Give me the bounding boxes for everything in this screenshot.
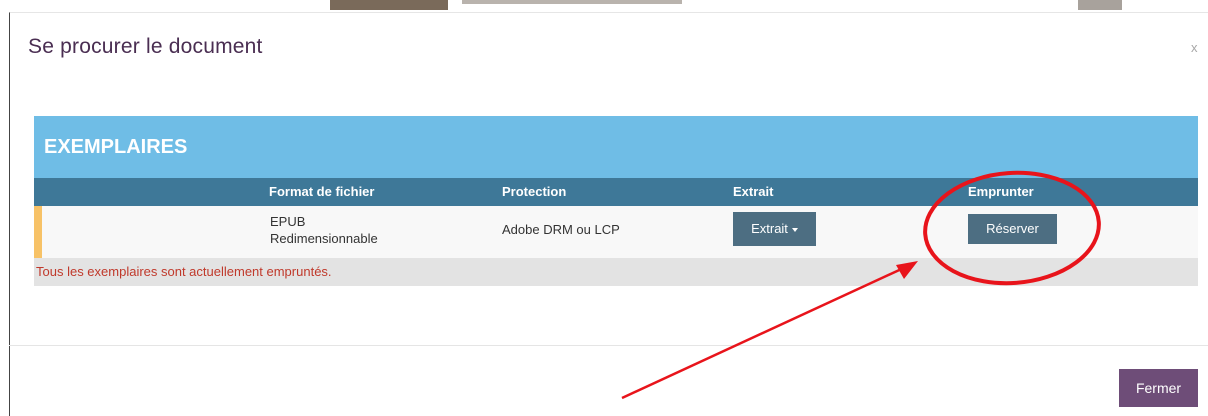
extrait-dropdown-button[interactable]: Extrait [733, 212, 816, 246]
table-row: EPUB Redimensionnable Adobe DRM ou LCP E… [34, 206, 1198, 258]
fermer-button[interactable]: Fermer [1119, 369, 1198, 407]
copies-table: EXEMPLAIRES Format de fichier Protection… [34, 116, 1198, 286]
protection-cell: Adobe DRM ou LCP [502, 222, 620, 237]
modal-footer-divider [9, 345, 1208, 346]
table-header-row: Format de fichier Protection Extrait Emp… [34, 178, 1198, 206]
background-text [462, 0, 682, 4]
format-detail: Redimensionnable [270, 231, 378, 246]
format-name: EPUB [270, 214, 306, 229]
column-header-extrait: Extrait [733, 184, 774, 199]
background-thumbnail-right [1078, 0, 1122, 10]
background-page [0, 0, 1208, 12]
modal-title: Se procurer le document [28, 35, 263, 58]
section-heading: EXEMPLAIRES [34, 116, 1198, 178]
format-cell: EPUB Redimensionnable [270, 213, 378, 247]
column-header-protection: Protection [502, 184, 567, 199]
row-accent-bar [34, 206, 42, 258]
modal-dialog: Se procurer le document x EXEMPLAIRES Fo… [9, 12, 1208, 416]
column-header-emprunter: Emprunter [968, 184, 1034, 199]
reserver-button[interactable]: Réserver [968, 214, 1057, 244]
availability-notice: Tous les exemplaires sont actuellement e… [34, 258, 1198, 286]
column-header-format: Format de fichier [269, 184, 375, 199]
caret-down-icon [791, 227, 798, 232]
background-thumbnail [330, 0, 448, 10]
extrait-button-label: Extrait [751, 221, 788, 236]
close-icon[interactable]: x [1191, 40, 1198, 55]
